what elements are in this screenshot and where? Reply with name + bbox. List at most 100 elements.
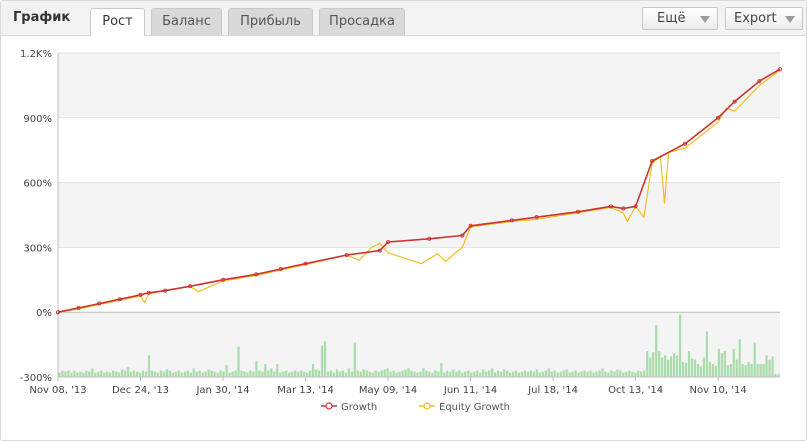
volume-bar [162,371,166,377]
volume-bar [237,346,240,377]
volume-bar [216,372,219,377]
volume-bar [664,355,667,377]
volume-bar [270,368,273,377]
volume-bar [523,370,527,377]
volume-bar [288,372,291,377]
volume-bar [613,371,616,377]
volume-bar [380,370,383,377]
volume-bar [329,370,333,377]
volume-bar [443,372,446,377]
volume-bar [144,371,148,377]
volume-bar [646,351,649,377]
volume-bar [64,371,67,377]
volume-bar [127,367,130,377]
volume-bar [652,352,655,377]
volume-bar [640,371,643,377]
volume-bar [297,371,300,377]
volume-bar [577,372,580,377]
volume-bar [446,370,449,377]
volume-bar [428,371,431,377]
volume-bar [628,370,631,377]
volume-bar [207,369,210,377]
volume-bar [622,372,625,377]
volume-bar [496,370,500,377]
volume-bar [395,372,398,377]
volume-bar [559,371,562,377]
volume-bar [607,372,610,377]
volume-bar [491,368,494,377]
volume-bar [320,345,324,377]
volume-bar [479,372,482,377]
volume-bar [192,368,195,377]
volume-bar [344,372,347,377]
volume-bar [228,372,231,377]
volume-bar [234,370,237,377]
volume-bar [649,357,652,377]
volume-bar [204,371,207,377]
volume-bar [756,364,759,377]
volume-bar [696,364,700,377]
x-tick-label: Nov 10, '14 [689,385,746,396]
volume-bar [670,356,673,377]
volume-bar [258,370,261,377]
volume-bar [338,371,342,377]
volume-bar [70,372,73,377]
x-tick-label: Dec 24, '13 [112,385,169,396]
volume-bar [326,371,330,377]
volume-bar [389,371,392,377]
volume-bar [541,371,544,377]
volume-bar [684,362,688,377]
volume-bar [449,371,452,377]
volume-bar [94,372,97,377]
volume-bar [508,372,512,377]
volume-bar [386,368,389,377]
volume-bar [85,370,88,377]
volume-bar [598,370,601,377]
volume-bar [499,371,503,377]
volume-bar [729,364,732,377]
volume-bar [356,370,359,377]
volume-bar [705,331,708,377]
volume-bar [383,369,386,377]
volume-bar [601,368,604,377]
volume-bar [106,371,109,377]
volume-bar [365,370,368,377]
volume-bar [252,371,255,377]
volume-bar [631,371,634,377]
volume-bar [177,370,180,377]
volume-bar [341,370,345,377]
volume-bar [303,371,306,377]
volume-bar [121,369,124,377]
volume-bar [392,370,395,377]
volume-bar [174,371,177,377]
volume-bar [687,351,691,377]
volume-bar [610,370,613,377]
legend-marker [423,402,431,410]
volume-bar [762,364,765,377]
volume-bar [291,371,294,377]
volume-bar [371,372,374,377]
volume-bar [431,372,434,377]
volume-bar [150,370,154,377]
volume-bar [267,370,270,377]
volume-bar [455,371,458,377]
volume-bar [362,369,365,377]
volume-bar [58,372,61,377]
volume-bar [186,370,189,377]
volume-bar [550,371,553,377]
volume-bar [404,369,407,377]
volume-bar [88,371,91,377]
volume-bar [485,371,488,377]
volume-bar [82,372,85,377]
volume-bar [377,371,380,377]
volume-bar [759,364,762,377]
y-tick-label: 300% [23,243,52,254]
volume-bar [535,369,538,377]
volume-bar [374,370,377,377]
volume-bar [350,371,353,377]
volume-bar [619,370,622,377]
volume-bar [240,370,243,377]
chart-panel: График Рост Баланс Прибыль Просадка Ещё … [0,0,807,441]
volume-bar [681,361,685,377]
volume-bar [323,341,327,377]
